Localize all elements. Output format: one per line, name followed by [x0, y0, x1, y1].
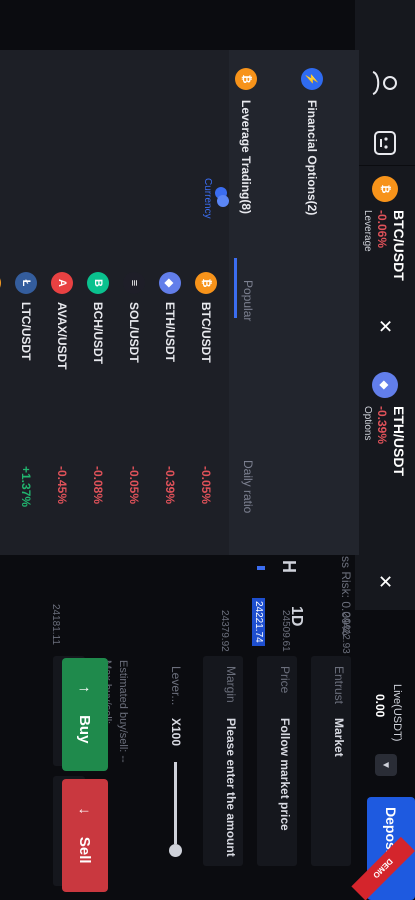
pair-row[interactable]: Ł LTC/USDT +1.37%: [13, 272, 39, 542]
buy-button[interactable]: ↑ Buy: [62, 658, 108, 771]
margin-label: Margin: [224, 666, 238, 703]
wallet-label: Live(USDT): [391, 684, 403, 742]
pair-name: BCH/USDT: [91, 302, 105, 364]
symbol-name: BTC/USDT: [391, 210, 408, 281]
chevron-down-icon[interactable]: ▼: [375, 754, 397, 776]
wallet-selector[interactable]: Live(USDT) 0.00 ▼: [355, 674, 415, 784]
pair-daily-change: -0.45%: [55, 466, 69, 505]
arrow-up-icon: ↑: [76, 685, 94, 694]
margin-input[interactable]: Please enter the amount: [224, 718, 238, 857]
leverage-value: X100: [169, 718, 183, 747]
price-label: Price: [278, 666, 292, 694]
tab-financial-options[interactable]: ⚡ Financial Options(2): [301, 68, 323, 215]
pair-name: AVAX/USDT: [55, 302, 69, 370]
pair-daily-change: -0.39%: [163, 466, 177, 505]
pair-row[interactable]: EEFI/USDT+0.12%: [0, 272, 3, 542]
pair-name: SOL/USDT: [127, 302, 141, 363]
bitcoin-cash-icon: B: [87, 272, 109, 294]
current-price: 24221.74: [252, 598, 265, 646]
tab-currency[interactable]: Currency: [202, 178, 229, 219]
litecoin-icon: Ł: [15, 272, 37, 294]
ethereum-icon: ◆: [159, 272, 181, 294]
trading-screen: ₿ BTC/USDT -0.06% Leverage ✕ ◆ ETH/USDT …: [0, 0, 415, 900]
pair-row[interactable]: ≡ SOL/USDT -0.05%: [121, 272, 147, 542]
symbol-tab-btc[interactable]: ₿ BTC/USDT -0.06% Leverage ✕: [355, 176, 415, 334]
close-icon[interactable]: ✕: [375, 574, 396, 589]
ethereum-icon: ◆: [372, 372, 398, 398]
symbol-tab-eth[interactable]: ◆ ETH/USDT -0.39% Options ✕: [355, 372, 415, 589]
wallet-balance: 0.00: [373, 694, 387, 718]
coins-icon: [215, 187, 229, 209]
sell-label: Sell: [76, 836, 94, 864]
entrust-label: Entrust: [332, 666, 346, 705]
bitcoin-icon: ₿: [372, 176, 398, 202]
leverage-label: Lever...: [169, 666, 183, 706]
user-icon[interactable]: [367, 65, 403, 101]
buy-label: Buy: [76, 715, 94, 744]
options-icon: ⚡: [301, 68, 323, 90]
column-header-daily-ratio: Daily ratio: [241, 460, 255, 514]
estimated-text: Estimated buy/sell: --: [117, 660, 129, 763]
order-price: 24181.11: [50, 604, 61, 645]
pair-row[interactable]: ₿ BTC/USDT -0.05%: [193, 272, 219, 542]
symbol-name: ETH/USDT: [391, 406, 408, 476]
order-price: 24509.61: [280, 610, 291, 652]
close-icon[interactable]: ✕: [375, 319, 396, 334]
bitcoin-icon: ₿: [235, 68, 257, 90]
symbol-type: Options: [362, 406, 374, 441]
slider-track: [174, 762, 177, 844]
arrow-down-icon: ↓: [76, 807, 94, 815]
efi-icon: E: [0, 272, 1, 294]
pair-row[interactable]: B BCH/USDT -0.08%: [85, 272, 111, 542]
entrust-field[interactable]: Entrust Market: [311, 656, 351, 866]
order-price: 24379.92: [219, 610, 230, 652]
order-price: 24422.93: [340, 612, 351, 654]
column-header-popular: Popular: [241, 280, 255, 322]
entrust-value: Market: [332, 718, 346, 757]
tab-label: Leverage Trading(8): [239, 100, 253, 215]
tab-label: Financial Options(2): [305, 100, 319, 216]
solana-icon: ≡: [123, 272, 145, 294]
margin-field[interactable]: Margin Please enter the amount: [203, 656, 243, 866]
tab-leverage-trading[interactable]: ₿ Leverage Trading(8): [235, 68, 257, 214]
pair-row[interactable]: A AVAX/USDT -0.45%: [49, 272, 75, 542]
slider-thumb[interactable]: [169, 844, 182, 857]
pair-daily-change: -0.05%: [199, 466, 213, 505]
pair-name: ETH/USDT: [163, 302, 177, 362]
pair-daily-change: -0.08%: [91, 466, 105, 505]
price-marker: [257, 566, 265, 570]
chat-icon[interactable]: [367, 125, 403, 161]
active-tab-indicator: [234, 258, 237, 318]
pair-name: BTC/USDT: [199, 302, 213, 363]
chart-letter: H: [279, 560, 299, 573]
symbol-type: Leverage: [362, 210, 374, 252]
symbol-change: -0.06%: [375, 210, 390, 249]
pair-row[interactable]: ◆ ETH/USDT -0.39%: [157, 272, 183, 542]
pair-daily-change: +1.37%: [19, 466, 33, 508]
avalanche-icon: A: [51, 272, 73, 294]
pair-name: LTC/USDT: [19, 302, 33, 361]
tab-label: Currency: [202, 178, 213, 219]
price-value: Follow market price: [278, 718, 292, 831]
pair-daily-change: -0.05%: [127, 466, 141, 505]
symbol-change: -0.39%: [375, 406, 390, 445]
sell-button[interactable]: ↓ Sell: [62, 779, 108, 892]
leverage-slider[interactable]: Lever... X100: [149, 656, 189, 886]
bitcoin-icon: ₿: [195, 272, 217, 294]
pair-selector-panel: ₿ Leverage Trading(8) ⚡ Financial Option…: [0, 50, 359, 555]
symbol-tabs: ₿ BTC/USDT -0.06% Leverage ✕ ◆ ETH/USDT …: [355, 166, 415, 610]
price-field[interactable]: Price Follow market price: [257, 656, 297, 866]
side-rail: [355, 0, 415, 165]
